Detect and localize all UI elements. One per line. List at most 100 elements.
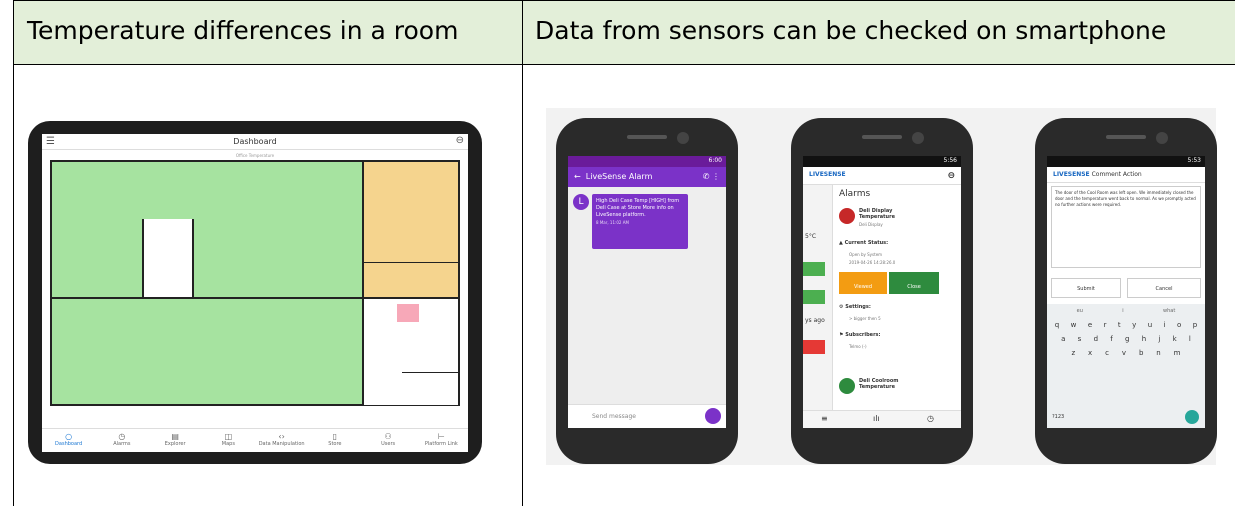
key[interactable]: i: [1164, 321, 1166, 329]
tablet-title: Dashboard: [233, 137, 277, 146]
back-icon[interactable]: ←: [574, 172, 581, 181]
key[interactable]: c: [1105, 349, 1109, 357]
speaker: [1106, 135, 1146, 139]
wall: [402, 372, 458, 373]
key[interactable]: h: [1142, 335, 1146, 343]
key[interactable]: p: [1193, 321, 1197, 329]
key[interactable]: j: [1158, 335, 1160, 343]
key[interactable]: v: [1122, 349, 1126, 357]
link-icon: ⊢: [437, 432, 445, 441]
key[interactable]: q: [1055, 321, 1059, 329]
suggestion[interactable]: what: [1163, 308, 1175, 314]
send-button[interactable]: [705, 408, 721, 424]
header-cell-left: Temperature differences in a room: [13, 0, 522, 65]
nav-data-manipulation[interactable]: ‹› Data Manipulation: [255, 429, 308, 452]
wall: [192, 219, 194, 297]
enter-key[interactable]: [1185, 410, 1199, 424]
wall: [362, 297, 458, 299]
status-bar: 5:56: [803, 156, 961, 167]
wall: [362, 162, 364, 405]
clock-icon[interactable]: ◷: [927, 414, 934, 423]
alarm2-title[interactable]: Deli Coolroom Temperature: [859, 378, 919, 390]
message-time: 8 Mar, 11:02 AM: [596, 220, 629, 225]
submit-button[interactable]: Submit: [1051, 278, 1121, 298]
key[interactable]: r: [1104, 321, 1107, 329]
symbols-key[interactable]: ?123: [1052, 414, 1064, 420]
current-status-label: ▲ Current Status:: [839, 240, 889, 246]
nav-explorer[interactable]: ▤ Explorer: [149, 429, 202, 452]
warm-zone: [362, 162, 458, 297]
alarm-red-dot: [839, 208, 855, 224]
exit-icon[interactable]: ⊖: [947, 171, 955, 181]
nav-store[interactable]: ▯ Store: [308, 429, 361, 452]
nav-users[interactable]: ⚇ Users: [362, 429, 415, 452]
key[interactable]: m: [1174, 349, 1181, 357]
key[interactable]: x: [1088, 349, 1092, 357]
floor-plan: [50, 160, 460, 406]
wall: [52, 297, 362, 299]
nav-dashboard[interactable]: ○ Dashboard: [42, 429, 95, 452]
key[interactable]: a: [1061, 335, 1065, 343]
suggestion-bar: eu i what: [1047, 304, 1205, 318]
key[interactable]: s: [1078, 335, 1082, 343]
phone3-title: Comment Action: [1091, 171, 1142, 178]
alarm-sub: Deli Display: [859, 222, 883, 227]
phone-alarms: 5:56 LIVESENSE ⊖ 5°C ys ago Alarms Deli D…: [791, 118, 973, 464]
speaker: [627, 135, 667, 139]
suggestion[interactable]: i: [1122, 308, 1123, 314]
key[interactable]: u: [1148, 321, 1152, 329]
key[interactable]: t: [1118, 321, 1121, 329]
key[interactable]: f: [1110, 335, 1112, 343]
call-icon[interactable]: ✆ ⋮: [703, 172, 720, 181]
key[interactable]: b: [1139, 349, 1143, 357]
key[interactable]: e: [1088, 321, 1092, 329]
keyboard: eu i what q w e r t y u i o p a s d f g h j k l z x c v b n m ?…: [1047, 304, 1205, 428]
alarm-icon: ◷: [118, 432, 126, 441]
nav-maps[interactable]: ◫ Maps: [202, 429, 255, 452]
key[interactable]: d: [1094, 335, 1098, 343]
phone1-title: LiveSense Alarm: [585, 172, 653, 181]
menu-icon[interactable]: ≡: [821, 414, 828, 423]
key[interactable]: z: [1071, 349, 1075, 357]
message-bubble: High Deli Case Temp [HIGH] from Deli Cas…: [592, 194, 688, 249]
viewed-button[interactable]: Viewed: [839, 272, 887, 294]
side-panel: 5°C ys ago: [803, 185, 833, 428]
key-row-3: zxcvbnm: [1047, 346, 1205, 360]
side-ago: ys ago: [805, 317, 825, 324]
status-text: Open by System: [849, 252, 883, 257]
nav-platform-link[interactable]: ⊢ Platform Link: [415, 429, 468, 452]
key[interactable]: o: [1177, 321, 1181, 329]
message-text: High Deli Case Temp [HIGH] from Deli Cas…: [596, 198, 680, 218]
side-green: [803, 290, 825, 304]
exit-icon: ⊖: [455, 135, 464, 146]
alarm-title[interactable]: Deli Display Temperature: [859, 208, 919, 220]
subscribers-text: Telmo (-): [849, 344, 867, 349]
key[interactable]: k: [1173, 335, 1177, 343]
camera: [912, 132, 924, 144]
side-temp: 5°C: [805, 233, 817, 240]
table-divider: [522, 0, 523, 506]
suggestion[interactable]: eu: [1077, 308, 1083, 314]
close-button[interactable]: Close: [889, 272, 939, 294]
comment-textarea[interactable]: The door of the Cool Room was left open.…: [1051, 186, 1201, 268]
phone3-app-bar: LIVESENSE Comment Action: [1047, 167, 1205, 183]
status-bar: 6:00: [568, 156, 726, 167]
nav-alarms[interactable]: ◷ Alarms: [95, 429, 148, 452]
tablet-subtitle: Office Temperature: [235, 153, 275, 158]
key[interactable]: y: [1132, 321, 1136, 329]
settings-text: > bigger then 5: [849, 316, 881, 321]
tablet-screen: ☰ Dashboard ⊖ Office Temperature ○ Dashbo…: [42, 134, 468, 452]
message-input[interactable]: Send message: [568, 404, 726, 428]
key[interactable]: l: [1189, 335, 1191, 343]
table-border-left: [13, 0, 14, 506]
settings-label: ⚙ Settings:: [839, 304, 871, 310]
chart-icon[interactable]: ılı: [873, 414, 880, 423]
cancel-button[interactable]: Cancel: [1127, 278, 1201, 298]
key-row-2: asdfghjkl: [1047, 332, 1205, 346]
dashboard-icon: ○: [65, 432, 73, 441]
key[interactable]: g: [1125, 335, 1129, 343]
key[interactable]: w: [1071, 321, 1077, 329]
store-icon: ▯: [332, 432, 338, 441]
side-green: [803, 262, 825, 276]
key[interactable]: n: [1156, 349, 1160, 357]
